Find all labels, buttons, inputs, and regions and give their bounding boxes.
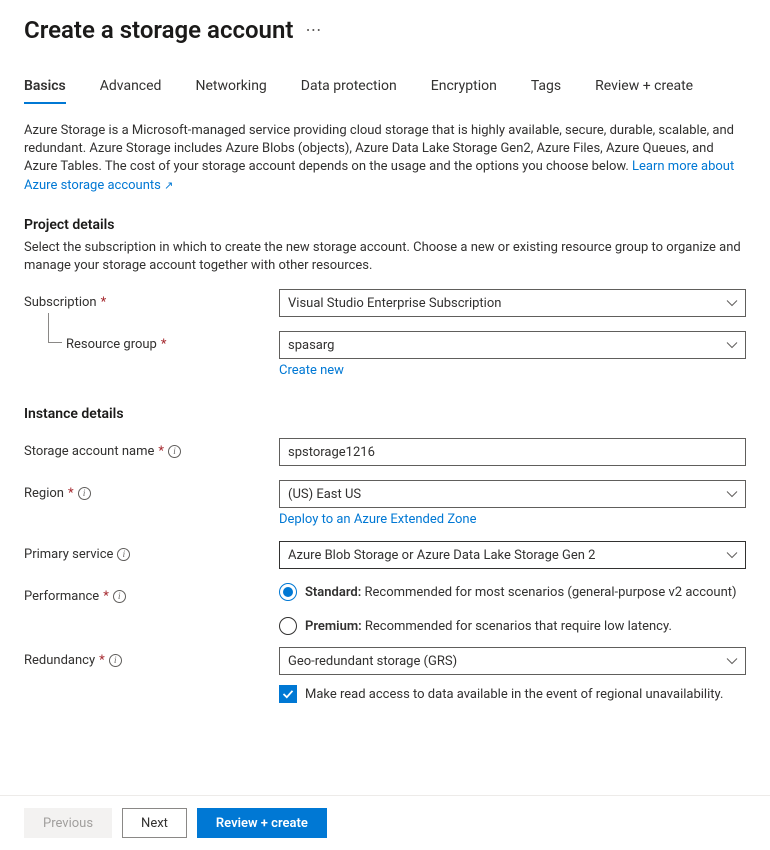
create-new-link[interactable]: Create new (279, 363, 344, 378)
read-access-label: Make read access to data available in th… (305, 687, 723, 702)
hierarchy-bracket-icon (48, 313, 62, 343)
storage-name-label: Storage account name * i (24, 438, 279, 459)
tab-bar: Basics Advanced Networking Data protecti… (24, 72, 746, 104)
intro-text: Azure Storage is a Microsoft-managed ser… (24, 122, 746, 195)
subscription-select[interactable]: Visual Studio Enterprise Subscription (279, 289, 746, 317)
next-button[interactable]: Next (122, 808, 187, 838)
radio-unselected-icon (279, 617, 297, 635)
subscription-value: Visual Studio Enterprise Subscription (288, 296, 501, 311)
redundancy-label: Redundancy * i (24, 647, 279, 668)
tab-basics[interactable]: Basics (24, 72, 66, 104)
previous-button: Previous (24, 808, 112, 838)
performance-standard-radio[interactable]: Standard: Recommended for most scenarios… (279, 583, 746, 601)
storage-name-value: spstorage1216 (288, 445, 375, 460)
performance-standard-label: Standard: Recommended for most scenarios… (305, 585, 737, 600)
tab-networking[interactable]: Networking (195, 72, 266, 104)
info-icon[interactable]: i (109, 654, 122, 667)
storage-name-input[interactable]: spstorage1216 (279, 438, 746, 466)
intro-body: Azure Storage is a Microsoft-managed ser… (24, 123, 734, 174)
instance-details-heading: Instance details (24, 406, 746, 422)
footer-bar: Previous Next Review + create (0, 795, 770, 850)
resource-group-value: spasarg (288, 338, 334, 353)
more-icon[interactable]: ⋯ (305, 22, 322, 44)
tab-review[interactable]: Review + create (595, 72, 693, 104)
tab-advanced[interactable]: Advanced (100, 72, 162, 104)
radio-selected-icon (279, 583, 297, 601)
resource-group-select[interactable]: spasarg (279, 331, 746, 359)
performance-label: Performance * i (24, 583, 279, 604)
region-label: Region * i (24, 480, 279, 501)
region-value: (US) East US (288, 487, 361, 502)
tab-tags[interactable]: Tags (531, 72, 561, 104)
external-link-icon: ↗ (164, 179, 173, 192)
info-icon[interactable]: i (113, 590, 126, 603)
redundancy-value: Geo-redundant storage (GRS) (288, 654, 457, 669)
subscription-label: Subscription * (24, 289, 279, 310)
redundancy-select[interactable]: Geo-redundant storage (GRS) (279, 647, 746, 675)
info-icon[interactable]: i (78, 487, 91, 500)
project-details-desc: Select the subscription in which to crea… (24, 239, 746, 275)
info-icon[interactable]: i (117, 548, 130, 561)
read-access-checkbox[interactable] (279, 685, 297, 703)
page-title: Create a storage account (24, 16, 293, 44)
region-select[interactable]: (US) East US (279, 480, 746, 508)
tab-encryption[interactable]: Encryption (431, 72, 497, 104)
project-details-heading: Project details (24, 217, 746, 233)
performance-premium-label: Premium: Recommended for scenarios that … (305, 619, 672, 634)
primary-service-value: Azure Blob Storage or Azure Data Lake St… (288, 548, 595, 563)
performance-premium-radio[interactable]: Premium: Recommended for scenarios that … (279, 617, 746, 635)
extended-zone-link[interactable]: Deploy to an Azure Extended Zone (279, 512, 476, 527)
primary-service-select[interactable]: Azure Blob Storage or Azure Data Lake St… (279, 541, 746, 569)
resource-group-label: Resource group * (24, 331, 279, 352)
primary-service-label: Primary service i (24, 541, 279, 562)
tab-data-protection[interactable]: Data protection (301, 72, 397, 104)
review-create-button[interactable]: Review + create (197, 808, 327, 838)
info-icon[interactable]: i (168, 445, 181, 458)
